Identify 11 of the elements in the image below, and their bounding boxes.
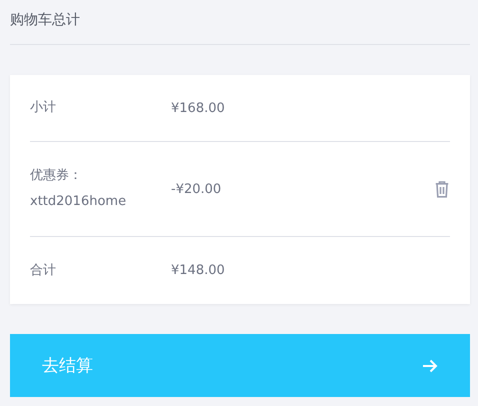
checkout-button[interactable]: 去结算 [10,334,470,397]
row-value: -¥20.00 [171,182,222,196]
row-value: ¥168.00 [171,100,226,116]
row-label: 小计 [30,99,56,117]
delete-icon[interactable] [435,180,449,198]
row-label: 优惠券： [30,167,82,185]
row-label: 合计 [30,262,56,280]
coupon-code: xttd2016home [30,193,126,211]
arrow-icon [422,358,438,372]
section-title: 购物车总计 [10,0,470,45]
row-value: ¥148.00 [171,263,226,278]
